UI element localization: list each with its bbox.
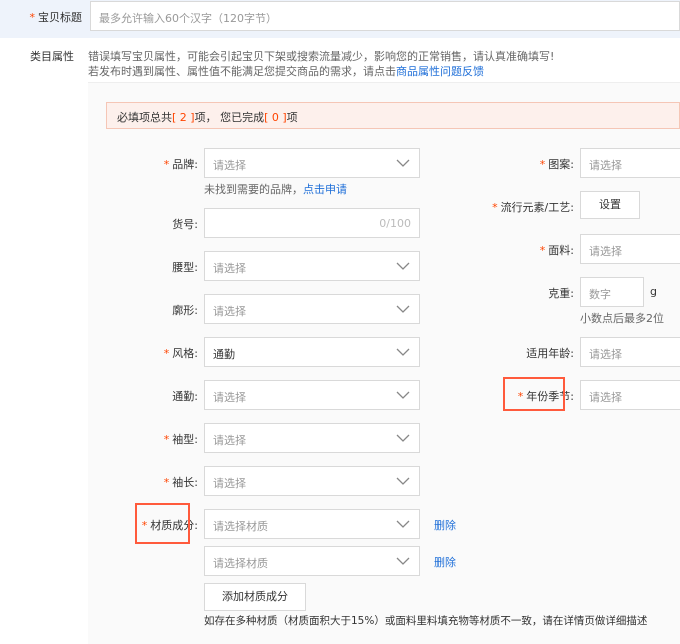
chevron-down-icon (396, 520, 410, 528)
brand-hint: 未找到需要的品牌，点击申请 (204, 183, 347, 196)
item-no-label: 货号: (172, 218, 198, 231)
commute-select[interactable]: 请选择 (204, 380, 420, 410)
chevron-down-icon (396, 262, 410, 270)
sleeve-length-label: * 袖长: (163, 476, 198, 489)
title-input[interactable]: 最多允许输入60个汉字（120字节） (90, 1, 680, 31)
item-no-counter: 0/100 (379, 217, 411, 230)
style-label: * 风格: (163, 347, 198, 360)
sleeve-type-select[interactable]: 请选择 (204, 423, 420, 453)
fabric-label: * 面料: (539, 244, 574, 257)
chevron-down-icon (396, 348, 410, 356)
age-select[interactable]: 请选择 (580, 337, 680, 367)
chevron-down-icon (396, 159, 410, 167)
fabric-select[interactable]: 请选择 (580, 234, 680, 264)
season-label-highlight (503, 377, 565, 411)
chevron-down-icon (396, 305, 410, 313)
brand-select[interactable]: 请选择 (204, 148, 420, 178)
age-label: 适用年龄: (526, 347, 574, 360)
weight-label: 克重: (548, 287, 574, 300)
style-select[interactable]: 通勤 (204, 337, 420, 367)
material-label-highlight (135, 503, 190, 544)
title-input-placeholder: 最多允许输入60个汉字（120字节） (99, 12, 277, 25)
material-footnote: 如存在多种材质（材质面积大于15%）或面料里料填充物等材质不一致，请在详情页做详… (204, 615, 648, 627)
silhouette-label: 廓形: (172, 304, 198, 317)
category-notice-line1: 错误填写宝贝属性，可能会引起宝贝下架或搜索流量减少，影响您的正常销售，请认真准确… (88, 50, 555, 63)
required-banner: 必填项总共[ 2 ]项， 您已完成[ 0 ]项 (106, 102, 680, 129)
chevron-down-icon (396, 557, 410, 565)
weight-hint: 小数点后最多2位 (580, 312, 664, 325)
waist-label: 腰型: (172, 261, 198, 274)
sleeve-length-select[interactable]: 请选择 (204, 466, 420, 496)
trend-label: * 流行元素/工艺: (492, 201, 574, 214)
category-label: 类目属性 (30, 50, 74, 63)
silhouette-select[interactable]: 请选择 (204, 294, 420, 324)
weight-unit: g (650, 285, 657, 298)
chevron-down-icon (396, 477, 410, 485)
weight-input[interactable]: 数字 (580, 277, 644, 307)
title-row-label: * 宝贝标题 (29, 11, 83, 24)
required-banner-text: 必填项总共[ 2 ]项， 您已完成[ 0 ]项 (117, 111, 298, 124)
item-no-input[interactable]: 0/100 (204, 208, 420, 238)
material-select[interactable]: 请选择材质 (204, 509, 420, 539)
material-select-2[interactable]: 请选择材质 (204, 546, 420, 576)
add-material-button[interactable]: 添加材质成分 (204, 583, 306, 611)
pattern-label: * 图案: (539, 158, 574, 171)
attribute-feedback-link[interactable]: 商品属性问题反馈 (396, 65, 484, 78)
trend-set-button[interactable]: 设置 (580, 191, 640, 219)
season-select[interactable]: 请选择 (580, 380, 680, 410)
apply-brand-link[interactable]: 点击申请 (303, 183, 347, 196)
chevron-down-icon (396, 434, 410, 442)
pattern-select[interactable]: 请选择 (580, 148, 680, 178)
commute-label: 通勤: (172, 390, 198, 403)
material-delete-link[interactable]: 删除 (434, 517, 456, 533)
material-2-delete-link[interactable]: 删除 (434, 554, 456, 570)
brand-label: * 品牌: (163, 158, 198, 171)
sleeve-type-label: * 袖型: (163, 433, 198, 446)
chevron-down-icon (396, 391, 410, 399)
category-notice-line2: 若发布时遇到属性、属性值不能满足您提交商品的需求，请点击商品属性问题反馈 (88, 65, 484, 78)
waist-select[interactable]: 请选择 (204, 251, 420, 281)
